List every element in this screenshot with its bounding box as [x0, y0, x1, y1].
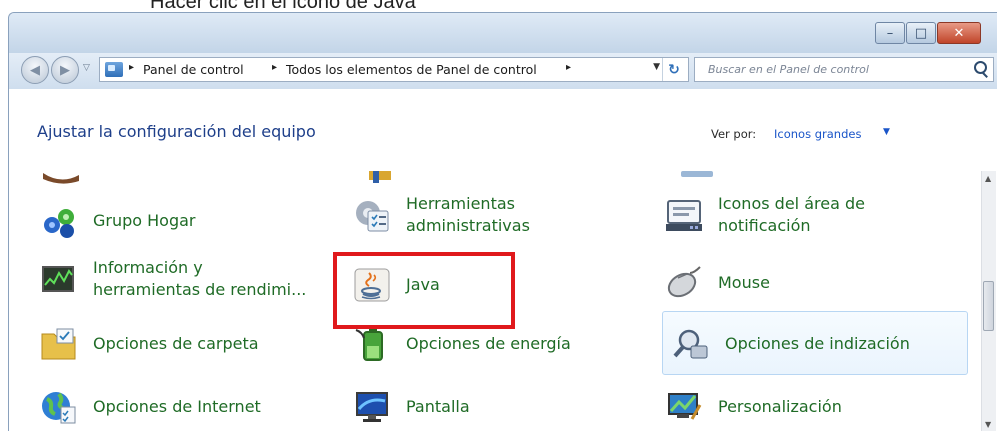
recent-pages-icon[interactable]: ▽	[83, 63, 90, 73]
item-label: Iconos del área de	[718, 194, 865, 213]
content-area: Ajustar la configuración del equipo Ver …	[9, 89, 997, 431]
navigation-bar: ◀ ▶ ▽ ▸ Panel de control ▸ Todos los ele…	[9, 53, 997, 89]
search-input[interactable]: Buscar en el Panel de control	[694, 57, 994, 82]
view-by-label: Ver por:	[711, 127, 757, 141]
item-informacion-rendimiento[interactable]: Información y herramientas de rendimi...	[39, 257, 306, 301]
item-label: Opciones de carpeta	[93, 334, 259, 353]
item-herramientas-administrativas[interactable]: Herramientas administrativas	[352, 193, 530, 237]
java-highlight-box	[333, 252, 515, 329]
item-label: Herramientas	[406, 194, 515, 213]
scrollbar-thumb[interactable]	[983, 281, 994, 331]
item-label: Pantalla	[406, 397, 470, 416]
item-label: Mouse	[718, 273, 770, 292]
item-personalizacion[interactable]: Personalización	[664, 389, 842, 425]
refresh-icon[interactable]: ↻	[662, 58, 685, 81]
breadcrumb-separator-icon[interactable]: ▸	[129, 62, 134, 73]
control-panel-icon	[105, 62, 123, 77]
power-options-icon	[352, 326, 392, 362]
item-iconos-area-notificacion[interactable]: Iconos del área de notificación	[664, 193, 865, 237]
breadcrumb-separator-icon[interactable]: ▸	[272, 62, 277, 73]
item-label: Información y	[93, 258, 203, 277]
view-by-dropdown[interactable]: Iconos grandes	[774, 127, 861, 141]
display-icon	[352, 389, 392, 425]
maximize-button[interactable]: □	[906, 22, 936, 44]
item-label: administrativas	[406, 216, 530, 235]
search-placeholder: Buscar en el Panel de control	[708, 63, 869, 76]
item-label: Grupo Hogar	[93, 211, 196, 230]
address-bar[interactable]: ▸ Panel de control ▸ Todos los elementos…	[99, 57, 689, 82]
folder-options-icon	[39, 326, 79, 362]
performance-icon	[39, 261, 79, 297]
item-label: Opciones de energía	[406, 334, 571, 353]
scroll-down-icon[interactable]: ▼	[985, 420, 991, 429]
breadcrumb-control-panel[interactable]: Panel de control	[143, 62, 244, 77]
breadcrumb-separator-icon[interactable]: ▸	[566, 62, 571, 73]
item-opciones-indizacion[interactable]: Opciones de indización	[671, 326, 910, 362]
item-label: notificación	[718, 216, 811, 235]
vertical-scrollbar[interactable]: ▲ ▼	[981, 171, 996, 431]
scroll-up-icon[interactable]: ▲	[985, 174, 991, 183]
homegroup-icon	[39, 203, 79, 239]
page-title: Ajustar la configuración del equipo	[37, 122, 316, 141]
admin-tools-icon	[352, 197, 392, 233]
view-by-arrow-icon[interactable]: ▼	[883, 127, 890, 137]
item-pantalla[interactable]: Pantalla	[352, 389, 470, 425]
indexing-options-icon	[671, 326, 711, 362]
search-icon[interactable]	[974, 61, 987, 74]
item-opciones-carpeta[interactable]: Opciones de carpeta	[39, 326, 259, 362]
item-opciones-energia[interactable]: Opciones de energía	[352, 326, 571, 362]
close-button[interactable]: ✕	[937, 22, 981, 44]
address-dropdown-icon[interactable]: ▼	[653, 62, 660, 72]
item-mouse[interactable]: Mouse	[664, 265, 770, 301]
notification-area-icon	[664, 197, 704, 233]
personalization-icon	[664, 389, 704, 425]
back-button[interactable]: ◀	[21, 56, 49, 84]
mouse-icon	[664, 265, 704, 301]
minimize-button[interactable]: –	[875, 22, 905, 44]
item-grupo-hogar[interactable]: Grupo Hogar	[39, 203, 196, 239]
title-bar: – □ ✕	[9, 13, 997, 53]
item-label: Opciones de Internet	[93, 397, 261, 416]
item-label: Opciones de indización	[725, 334, 910, 353]
forward-button[interactable]: ▶	[51, 56, 79, 84]
partial-item-icon	[681, 171, 713, 177]
internet-options-icon	[39, 389, 79, 425]
item-label: Personalización	[718, 397, 842, 416]
partial-item-icon	[369, 171, 391, 183]
partial-item-icon	[43, 173, 79, 184]
breadcrumb-all-items[interactable]: Todos los elementos de Panel de control	[286, 62, 537, 77]
control-panel-window: – □ ✕ ◀ ▶ ▽ ▸ Panel de control ▸ Todos l…	[8, 12, 997, 431]
item-opciones-internet[interactable]: Opciones de Internet	[39, 389, 261, 425]
item-label: herramientas de rendimi...	[93, 280, 307, 299]
